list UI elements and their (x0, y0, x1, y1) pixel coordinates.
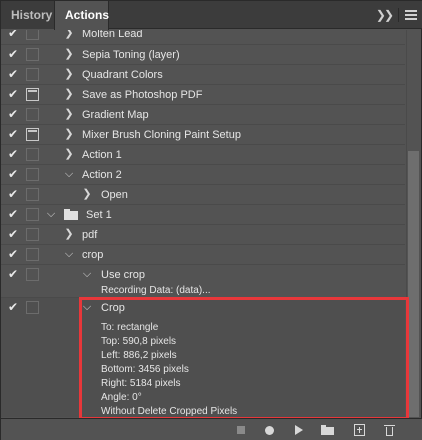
check-icon[interactable]: ✔ (1, 145, 25, 165)
tab-actions[interactable]: Actions (54, 1, 109, 30)
chevron-right-icon[interactable]: ❯ (63, 105, 75, 125)
action-label: Action 1 (82, 149, 122, 161)
dialog-toggle[interactable] (26, 148, 39, 161)
check-icon[interactable]: ✔ (1, 65, 25, 85)
action-label: pdf (82, 229, 98, 241)
chevron-right-icon[interactable]: ❯ (63, 65, 75, 85)
check-icon[interactable]: ✔ (1, 225, 25, 245)
dialog-toggle[interactable] (26, 268, 39, 281)
dialog-toggle[interactable] (26, 48, 39, 61)
new-set-icon (320, 425, 334, 435)
tab-bar: History Actions ❯❯ (1, 1, 422, 30)
trash-icon (383, 424, 395, 436)
check-icon[interactable]: ✔ (1, 298, 25, 318)
highlight-box (79, 297, 409, 420)
dialog-on-icon[interactable] (26, 128, 39, 141)
dialog-toggle[interactable] (26, 168, 39, 181)
delete-button[interactable] (381, 422, 397, 438)
actions-panel: History Actions ❯❯ ✔ ❯ Molten Lead ✔ ❯ S… (0, 0, 422, 440)
set-label: Set 1 (86, 209, 112, 221)
list-item[interactable]: ✔ ❯ Action 1 (1, 144, 405, 164)
check-icon[interactable]: ✔ (1, 125, 25, 145)
list-item[interactable]: ✔ ⌵ crop (1, 244, 405, 264)
check-icon[interactable]: ✔ (1, 30, 25, 44)
stop-icon (237, 426, 245, 434)
play-icon (295, 425, 303, 435)
dialog-toggle[interactable] (26, 188, 39, 201)
check-icon[interactable]: ✔ (1, 105, 25, 125)
chevron-down-icon[interactable]: ⌵ (63, 165, 75, 185)
check-icon[interactable]: ✔ (1, 205, 25, 225)
play-button[interactable] (291, 422, 307, 438)
action-label: Molten Lead (82, 30, 143, 40)
chevron-right-icon[interactable]: ❯ (63, 45, 75, 65)
action-label: Save as Photoshop PDF (82, 89, 203, 101)
list-item[interactable]: ✔ ❯ Sepia Toning (layer) (1, 44, 405, 64)
action-label: Quadrant Colors (82, 69, 163, 81)
record-button[interactable] (261, 422, 277, 438)
list-item[interactable]: ✔ ❯ Mixer Brush Cloning Paint Setup (1, 124, 405, 144)
chevron-right-icon[interactable]: ❯ (63, 30, 75, 44)
list-item[interactable]: ✔ ❯ Quadrant Colors (1, 64, 405, 84)
list-item[interactable]: ✔ ❯ Molten Lead (1, 30, 405, 44)
check-icon[interactable]: ✔ (1, 85, 25, 105)
list-item[interactable]: ✔ ⌵ Action 2 (1, 164, 405, 184)
dialog-on-icon[interactable] (26, 88, 39, 101)
new-set-button[interactable] (319, 422, 335, 438)
collapse-icon[interactable]: ❯❯ (376, 8, 394, 22)
divider (398, 8, 399, 22)
chevron-down-icon[interactable]: ⌵ (45, 205, 57, 225)
list-item[interactable]: ✔ ❯ Save as Photoshop PDF (1, 84, 405, 104)
step-label: Open (101, 189, 128, 201)
list-item[interactable]: ✔ ⌵ Set 1 (1, 204, 405, 224)
panel-menu-icon[interactable] (405, 10, 417, 20)
chevron-right-icon[interactable]: ❯ (81, 185, 93, 205)
dialog-toggle[interactable] (26, 30, 39, 40)
new-action-icon (353, 424, 365, 436)
dialog-toggle[interactable] (26, 68, 39, 81)
check-icon[interactable]: ✔ (1, 165, 25, 185)
record-icon (264, 425, 274, 435)
check-icon[interactable]: ✔ (1, 185, 25, 205)
dialog-toggle[interactable] (26, 301, 39, 314)
dialog-toggle[interactable] (26, 228, 39, 241)
action-label: Mixer Brush Cloning Paint Setup (82, 129, 241, 141)
folder-icon (64, 209, 78, 220)
panel-header-controls: ❯❯ (376, 7, 417, 23)
chevron-right-icon[interactable]: ❯ (63, 145, 75, 165)
check-icon[interactable]: ✔ (1, 245, 25, 265)
action-label: Gradient Map (82, 109, 149, 121)
chevron-right-icon[interactable]: ❯ (63, 225, 75, 245)
list-item[interactable]: ✔ ❯ Open (1, 184, 405, 204)
list-item[interactable]: ✔ ❯ Gradient Map (1, 104, 405, 124)
tab-history[interactable]: History (1, 1, 54, 29)
dialog-toggle[interactable] (26, 208, 39, 221)
stop-button[interactable] (233, 422, 249, 438)
action-label: crop (82, 249, 104, 261)
check-icon[interactable]: ✔ (1, 45, 25, 65)
chevron-right-icon[interactable]: ❯ (63, 85, 75, 105)
list-item[interactable]: ✔ ❯ pdf (1, 224, 405, 244)
chevron-right-icon[interactable]: ❯ (63, 125, 75, 145)
dialog-toggle[interactable] (26, 108, 39, 121)
bottom-toolbar (1, 418, 422, 440)
action-label: Sepia Toning (layer) (82, 49, 180, 61)
scrollbar-thumb[interactable] (408, 151, 419, 417)
dialog-toggle[interactable] (26, 248, 39, 261)
new-action-button[interactable] (351, 422, 367, 438)
action-label: Action 2 (82, 169, 122, 181)
chevron-down-icon[interactable]: ⌵ (63, 245, 75, 265)
